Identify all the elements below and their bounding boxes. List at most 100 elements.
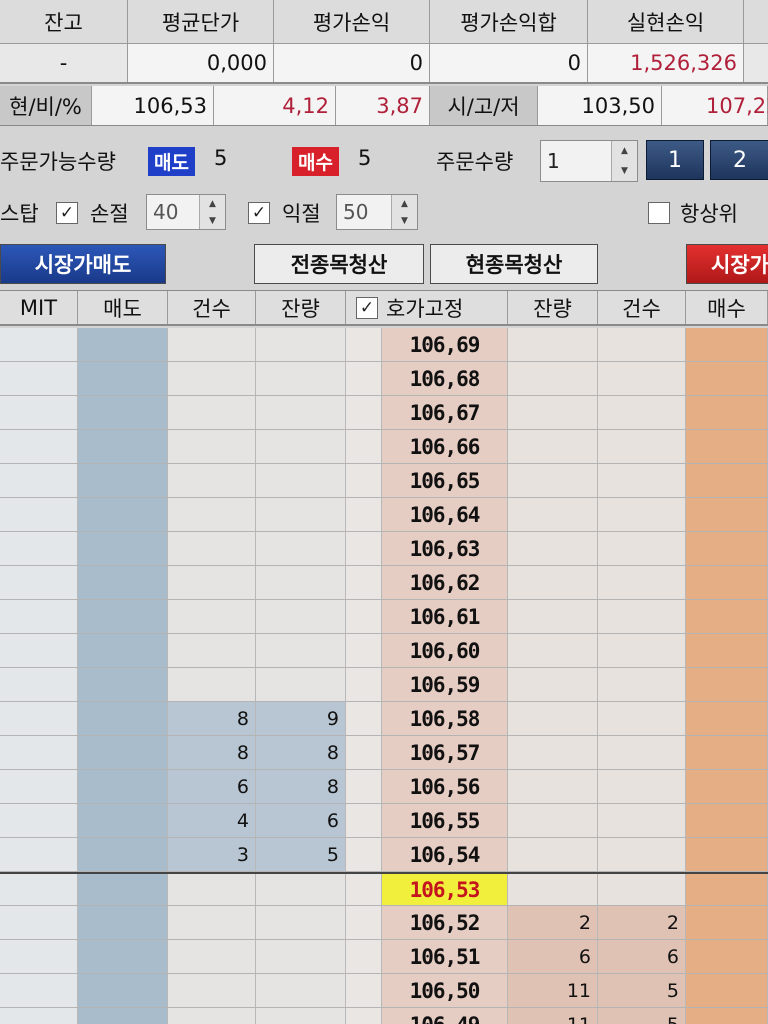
col-header-mit[interactable]: MIT: [0, 291, 78, 324]
mit-cell[interactable]: [0, 974, 78, 1007]
price-cell[interactable]: 106,54: [382, 838, 508, 871]
col-header-buy[interactable]: 매수: [686, 291, 768, 324]
mit-cell[interactable]: [0, 362, 78, 395]
mit-cell[interactable]: [0, 770, 78, 803]
mit-cell[interactable]: [0, 940, 78, 973]
price-cell[interactable]: 106,62: [382, 566, 508, 599]
mit-cell[interactable]: [0, 396, 78, 429]
price-cell[interactable]: 106,53: [382, 874, 508, 905]
price-cell[interactable]: 106,61: [382, 600, 508, 633]
sell-order-cell[interactable]: [78, 974, 168, 1007]
buy-order-cell[interactable]: [686, 634, 768, 667]
price-cell[interactable]: 106,51: [382, 940, 508, 973]
loss-stepper-arrows[interactable]: ▲ ▼: [199, 195, 225, 229]
buy-order-cell[interactable]: [686, 1008, 768, 1024]
mit-cell[interactable]: [0, 702, 78, 735]
mit-cell[interactable]: [0, 1008, 78, 1024]
market-sell-button[interactable]: 시장가매도: [0, 244, 166, 284]
buy-order-cell[interactable]: [686, 838, 768, 871]
buy-order-cell[interactable]: [686, 906, 768, 939]
spin-down-icon[interactable]: ▼: [209, 216, 216, 226]
buy-order-cell[interactable]: [686, 940, 768, 973]
price-cell[interactable]: 106,65: [382, 464, 508, 497]
buy-order-cell[interactable]: [686, 736, 768, 769]
price-cell[interactable]: 106,64: [382, 498, 508, 531]
price-cell[interactable]: 106,49: [382, 1008, 508, 1024]
buy-order-cell[interactable]: [686, 974, 768, 1007]
col-header-sell[interactable]: 매도: [78, 291, 168, 324]
mit-cell[interactable]: [0, 906, 78, 939]
preset-1-button[interactable]: 1: [646, 140, 704, 180]
mit-cell[interactable]: [0, 430, 78, 463]
sell-order-cell[interactable]: [78, 464, 168, 497]
mit-cell[interactable]: [0, 874, 78, 905]
price-cell[interactable]: 106,67: [382, 396, 508, 429]
mit-cell[interactable]: [0, 328, 78, 361]
price-cell[interactable]: 106,69: [382, 328, 508, 361]
mit-cell[interactable]: [0, 464, 78, 497]
spin-up-icon[interactable]: ▲: [209, 199, 216, 209]
buy-order-cell[interactable]: [686, 566, 768, 599]
buy-order-cell[interactable]: [686, 804, 768, 837]
mit-cell[interactable]: [0, 838, 78, 871]
buy-order-cell[interactable]: [686, 396, 768, 429]
price-cell[interactable]: 106,63: [382, 532, 508, 565]
mit-cell[interactable]: [0, 668, 78, 701]
checkbox-checked-icon[interactable]: ✓: [356, 296, 378, 319]
market-buy-button[interactable]: 시장가: [686, 244, 768, 284]
price-cell[interactable]: 106,56: [382, 770, 508, 803]
buy-order-cell[interactable]: [686, 498, 768, 531]
sell-order-cell[interactable]: [78, 430, 168, 463]
buy-order-cell[interactable]: [686, 600, 768, 633]
order-amount-stepper[interactable]: 1 ▲ ▼: [540, 140, 638, 182]
price-cell[interactable]: 106,55: [382, 804, 508, 837]
checkbox-checked-icon[interactable]: ✓: [248, 202, 270, 224]
mit-cell[interactable]: [0, 634, 78, 667]
spin-down-icon[interactable]: ▼: [401, 216, 408, 226]
sell-order-cell[interactable]: [78, 600, 168, 633]
price-cell[interactable]: 106,66: [382, 430, 508, 463]
spin-up-icon[interactable]: ▲: [401, 199, 408, 209]
buy-order-cell[interactable]: [686, 362, 768, 395]
profit-stepper-arrows[interactable]: ▲ ▼: [391, 195, 417, 229]
sell-order-cell[interactable]: [78, 396, 168, 429]
checkbox-checked-icon[interactable]: ✓: [56, 202, 78, 224]
sell-order-cell[interactable]: [78, 362, 168, 395]
liquidate-all-button[interactable]: 전종목청산: [254, 244, 424, 284]
col-header-price-fix[interactable]: ✓ 호가고정: [346, 291, 508, 324]
buy-order-cell[interactable]: [686, 702, 768, 735]
sell-order-cell[interactable]: [78, 328, 168, 361]
buy-order-cell[interactable]: [686, 874, 768, 905]
preset-2-button[interactable]: 2: [710, 140, 768, 180]
sell-order-cell[interactable]: [78, 940, 168, 973]
spin-down-icon[interactable]: ▼: [621, 166, 628, 176]
price-cell[interactable]: 106,52: [382, 906, 508, 939]
price-cell[interactable]: 106,68: [382, 362, 508, 395]
mit-cell[interactable]: [0, 498, 78, 531]
sell-order-cell[interactable]: [78, 1008, 168, 1024]
sell-order-cell[interactable]: [78, 498, 168, 531]
loss-stepper[interactable]: 40 ▲ ▼: [146, 194, 226, 230]
mit-cell[interactable]: [0, 600, 78, 633]
sell-order-cell[interactable]: [78, 566, 168, 599]
sell-order-cell[interactable]: [78, 532, 168, 565]
price-cell[interactable]: 106,58: [382, 702, 508, 735]
mit-cell[interactable]: [0, 532, 78, 565]
price-cell[interactable]: 106,60: [382, 634, 508, 667]
price-cell[interactable]: 106,59: [382, 668, 508, 701]
always-top-checkbox[interactable]: [648, 202, 670, 224]
sell-order-cell[interactable]: [78, 906, 168, 939]
sell-order-cell[interactable]: [78, 702, 168, 735]
sell-order-cell[interactable]: [78, 804, 168, 837]
stepper-arrows[interactable]: ▲ ▼: [611, 141, 637, 181]
mit-cell[interactable]: [0, 804, 78, 837]
buy-order-cell[interactable]: [686, 532, 768, 565]
profit-stepper[interactable]: 50 ▲ ▼: [336, 194, 418, 230]
mit-cell[interactable]: [0, 566, 78, 599]
liquidate-current-button[interactable]: 현종목청산: [430, 244, 598, 284]
sell-order-cell[interactable]: [78, 838, 168, 871]
sell-order-cell[interactable]: [78, 668, 168, 701]
buy-order-cell[interactable]: [686, 464, 768, 497]
buy-order-cell[interactable]: [686, 668, 768, 701]
sell-order-cell[interactable]: [78, 874, 168, 905]
